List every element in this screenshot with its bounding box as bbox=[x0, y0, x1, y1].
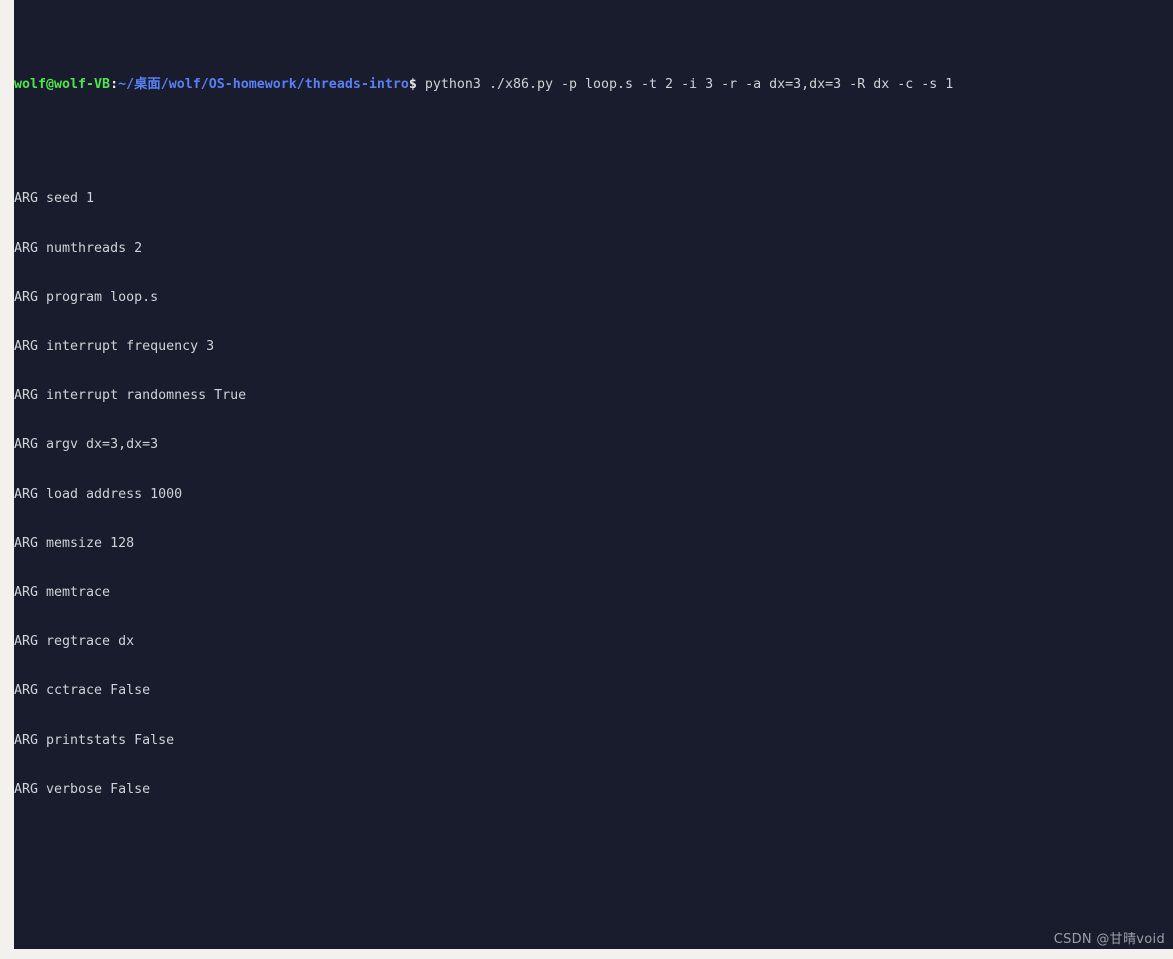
arg-line: ARG cctrace False bbox=[14, 683, 151, 699]
terminal-window[interactable]: wolf@wolf-VB:~/桌面/wolf/OS-homework/threa… bbox=[14, 11, 1173, 949]
arg-line: ARG interrupt frequency 3 bbox=[14, 339, 215, 355]
arg-line: ARG verbose False bbox=[14, 781, 151, 797]
arg-output-block: ARG seed 1 ARG numthreads 2 ARG program … bbox=[14, 159, 1173, 831]
arg-line: ARG program loop.s bbox=[14, 289, 159, 305]
arg-line: ARG seed 1 bbox=[14, 191, 95, 207]
arg-line: ARG load address 1000 bbox=[14, 486, 183, 502]
prompt-path: ~/桌面/wolf/OS-homework/threads-intro bbox=[118, 76, 409, 92]
watermark: CSDN @甘晴void bbox=[1053, 932, 1165, 947]
arg-line: ARG regtrace dx bbox=[14, 634, 135, 650]
clipped-previous-output-row: 1 1003 halt bbox=[14, 0, 1173, 11]
command-prompt-line: wolf@wolf-VB:~/桌面/wolf/OS-homework/threa… bbox=[14, 77, 1173, 93]
prompt-dollar: $ bbox=[408, 76, 417, 92]
arg-line: ARG argv dx=3,dx=3 bbox=[14, 437, 159, 453]
arg-line: ARG numthreads 2 bbox=[14, 240, 143, 256]
prompt-separator: : bbox=[110, 76, 119, 92]
screenshot-root: 1 1003 halt wolf@wolf-VB:~/桌面/wolf/OS-ho… bbox=[0, 0, 1173, 959]
arg-line: ARG memtrace bbox=[14, 585, 119, 601]
arg-line: ARG printstats False bbox=[14, 732, 175, 748]
prompt-username: wolf@wolf-VB bbox=[14, 76, 111, 92]
arg-line: ARG memsize 128 bbox=[14, 535, 135, 551]
entered-command: python3 ./x86.py -p loop.s -t 2 -i 3 -r … bbox=[416, 76, 954, 92]
arg-line: ARG interrupt randomness True bbox=[14, 388, 247, 404]
